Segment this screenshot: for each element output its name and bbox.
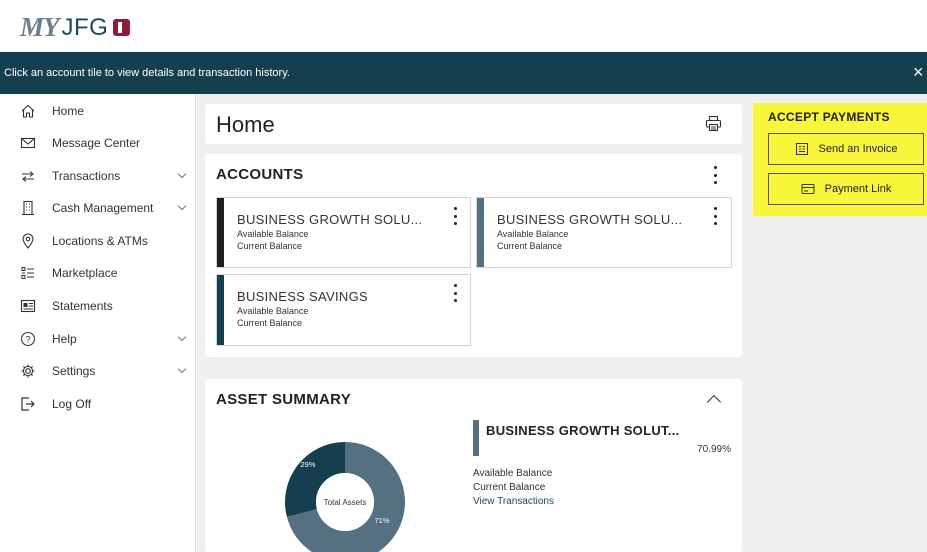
account-name: BUSINESS SAVINGS [237, 289, 368, 304]
accept-payments-title: ACCEPT PAYMENTS [768, 110, 890, 124]
account-tile[interactable]: BUSINESS SAVINGS Available Balance Curre… [216, 274, 471, 346]
sidebar-item-home[interactable]: Home [0, 94, 195, 127]
transfer-arrows-icon [20, 168, 36, 184]
sidebar-item-label: Log Off [52, 396, 92, 411]
sidebar-item-label: Cash Management [52, 200, 154, 215]
asset-summary-title: ASSET SUMMARY [216, 391, 352, 408]
sidebar-item-label: Marketplace [52, 265, 118, 280]
accounts-title: ACCOUNTS [216, 166, 304, 183]
current-balance-label: Current Balance [237, 241, 303, 251]
sidebar-item-label: Settings [52, 363, 96, 378]
gear-icon [20, 363, 36, 379]
page-title: Home [216, 112, 275, 137]
collapse-chevron-icon[interactable] [706, 394, 722, 410]
slice-label-71: 71% [374, 516, 389, 525]
available-balance-label: Available Balance [237, 229, 309, 239]
sidebar-item-label: Message Center [52, 135, 141, 150]
sidebar-item-label: Help [52, 331, 77, 346]
home-icon [20, 103, 36, 119]
logo-my-text: MY [20, 12, 59, 42]
logo-mark-icon [113, 19, 131, 36]
account-name: BUSINESS GROWTH SOLU... [497, 212, 683, 227]
chevron-down-icon [177, 201, 187, 211]
sidebar-item-help[interactable]: ? Help [0, 322, 195, 355]
tile-menu-icon[interactable] [449, 207, 461, 225]
sidebar-item-transactions[interactable]: Transactions [0, 159, 195, 192]
current-balance-label: Current Balance [237, 318, 303, 328]
view-transactions-link[interactable]: View Transactions [473, 496, 554, 507]
accounts-card: ACCOUNTS BUSINESS GROWTH SOLU... Availab… [205, 154, 742, 357]
sidebar-item-label: Transactions [52, 168, 121, 183]
detail-account-name: BUSINESS GROWTH SOLUT... [486, 423, 680, 438]
chevron-down-icon [177, 332, 187, 342]
available-balance-label: Available Balance [497, 229, 569, 239]
account-name: BUSINESS GROWTH SOLU... [237, 212, 423, 227]
current-balance-label: Current Balance [497, 241, 563, 251]
top-bar: MY JFG [0, 0, 927, 52]
close-icon[interactable]: × [913, 62, 927, 83]
detail-current-balance: Current Balance [473, 482, 546, 493]
sidebar-item-marketplace[interactable]: Marketplace [0, 256, 195, 289]
print-icon[interactable] [705, 115, 722, 132]
chevron-down-icon [177, 364, 187, 374]
sidebar-item-locations[interactable]: Locations & ATMs [0, 224, 195, 257]
tile-color-bar [217, 198, 224, 267]
tile-color-bar [477, 198, 484, 267]
accept-payments-panel: ACCEPT PAYMENTS Send an Invoice Payment … [753, 103, 927, 216]
asset-summary-card: ASSET SUMMARY Total Assets 29% 71% BUSIN… [205, 379, 742, 552]
svg-text:?: ? [25, 334, 30, 344]
list-icon [20, 265, 36, 281]
sidebar-item-message-center[interactable]: Message Center [0, 126, 195, 159]
right-panel-background [753, 216, 927, 552]
detail-available-balance: Available Balance [473, 468, 553, 479]
statement-icon [20, 298, 36, 314]
chevron-down-icon [177, 169, 187, 179]
sidebar: Home Message Center Transactions Cash Ma… [0, 94, 196, 552]
tile-menu-icon[interactable] [449, 284, 461, 302]
logo-name-text: JFG [61, 13, 109, 41]
info-banner: Click an account tile to view details an… [0, 52, 927, 94]
building-icon [20, 200, 36, 216]
sidebar-item-statements[interactable]: Statements [0, 289, 195, 322]
sidebar-item-log-off[interactable]: Log Off [0, 387, 195, 420]
slice-label-29: 29% [300, 460, 315, 469]
sidebar-item-label: Statements [52, 298, 113, 313]
account-tile[interactable]: BUSINESS GROWTH SOLU... Available Balanc… [216, 197, 471, 268]
sidebar-item-cash-management[interactable]: Cash Management [0, 191, 195, 224]
tile-color-bar [217, 275, 224, 345]
logout-icon [20, 396, 36, 412]
sidebar-item-label: Locations & ATMs [52, 233, 148, 248]
invoice-icon [795, 143, 808, 155]
banner-message: Click an account tile to view details an… [4, 67, 290, 79]
send-invoice-button[interactable]: Send an Invoice [768, 133, 924, 165]
available-balance-label: Available Balance [237, 306, 309, 316]
location-pin-icon [20, 233, 36, 249]
card-icon [801, 184, 815, 194]
sidebar-item-settings[interactable]: Settings [0, 354, 195, 387]
detail-percent: 70.99% [697, 444, 731, 455]
send-invoice-label: Send an Invoice [818, 143, 898, 155]
help-icon: ? [20, 331, 36, 347]
home-header-card: Home [205, 104, 742, 144]
envelope-icon [20, 135, 36, 151]
payment-link-label: Payment Link [824, 183, 892, 195]
donut-center-label: Total Assets [324, 498, 367, 507]
payment-link-button[interactable]: Payment Link [768, 173, 924, 205]
detail-color-bar [473, 420, 479, 456]
brand-logo[interactable]: MY JFG [20, 12, 131, 43]
account-tile[interactable]: BUSINESS GROWTH SOLU... Available Balanc… [476, 197, 732, 268]
tile-menu-icon[interactable] [709, 207, 721, 225]
accounts-menu-icon[interactable] [709, 166, 721, 184]
asset-donut-chart: Total Assets 29% 71% [285, 442, 405, 552]
sidebar-item-label: Home [52, 103, 85, 118]
